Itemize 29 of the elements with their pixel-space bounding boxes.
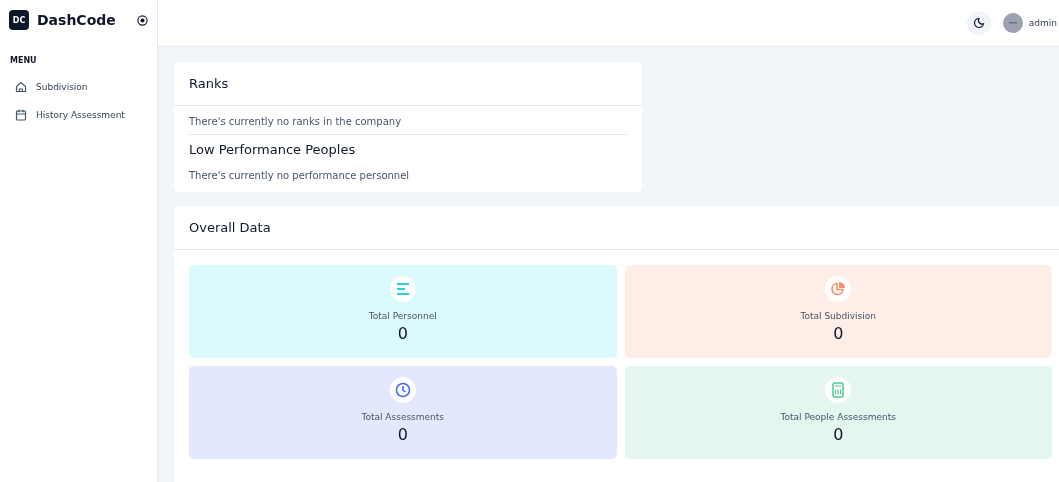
stat-value: 0 xyxy=(833,425,844,444)
stat-label: Total People Assessments xyxy=(780,412,896,422)
empty-message: There's currently no ranks in the company xyxy=(189,106,627,135)
stat-value: 0 xyxy=(397,324,408,343)
brand-name: DashCode xyxy=(37,12,117,28)
moon-icon xyxy=(972,17,985,29)
stat-value: 0 xyxy=(397,425,408,444)
empty-message: There's currently no performance personnel xyxy=(189,169,411,183)
theme-toggle-button[interactable] xyxy=(966,11,991,35)
stat-label: Total Subdivision xyxy=(800,311,876,321)
card-title: Overall Data xyxy=(174,206,1059,250)
stat-label: Total Personnel xyxy=(368,311,437,321)
logo[interactable]: DC xyxy=(9,10,29,30)
sidebar-item[interactable]: Subdivision xyxy=(0,75,157,99)
clock-icon xyxy=(394,382,411,398)
calculator-icon xyxy=(832,382,845,398)
radio-toggle-icon[interactable] xyxy=(137,14,148,26)
card-title: Ranks xyxy=(174,62,642,106)
home-icon xyxy=(15,81,27,93)
menu-lines-icon xyxy=(395,283,410,295)
sidebar-item[interactable]: History Assessment xyxy=(0,103,157,127)
menu-heading: MENU xyxy=(9,55,38,67)
stat-value: 0 xyxy=(833,324,844,343)
calendar-icon xyxy=(15,109,27,121)
pie-chart-icon xyxy=(830,281,847,297)
section-title: Low Performance Peoples xyxy=(189,141,357,159)
user-name[interactable]: admin xyxy=(1028,18,1057,28)
avatar[interactable] xyxy=(1002,13,1023,33)
stat-label: Total Assessments xyxy=(361,412,445,422)
